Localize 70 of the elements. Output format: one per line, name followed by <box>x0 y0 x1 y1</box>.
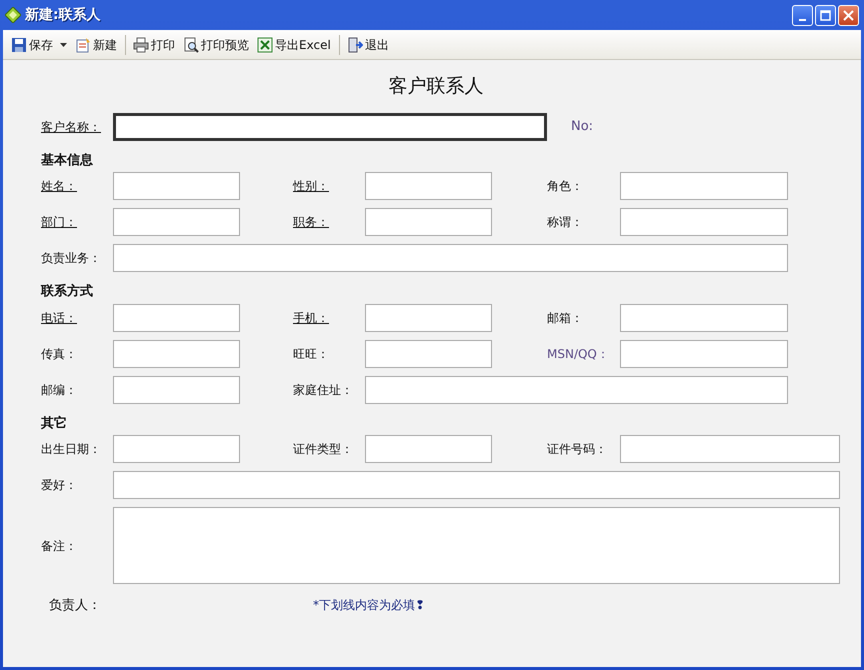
field-label: 客户名称： <box>41 118 102 136</box>
owner-label: 负责人： <box>49 597 101 615</box>
field-label: 手机： <box>293 310 330 326</box>
input-field[interactable] <box>365 304 492 332</box>
toolbar-button[interactable]: 保存 <box>9 34 69 54</box>
field-label: 邮编： <box>41 382 78 398</box>
field-label: 旺旺： <box>293 346 330 362</box>
field-label: 负责业务： <box>41 250 102 267</box>
new-document-icon <box>75 36 91 52</box>
input-field[interactable] <box>113 471 840 499</box>
window-title: 新建:联系人 <box>25 6 101 24</box>
input-field[interactable] <box>113 172 240 200</box>
input-field[interactable] <box>620 340 788 368</box>
input-field[interactable] <box>365 340 492 368</box>
input-field[interactable] <box>365 172 492 200</box>
field-label: 职务： <box>293 214 330 231</box>
minimize-icon <box>799 18 806 20</box>
field-label: 证件类型： <box>293 441 354 458</box>
input-field[interactable] <box>620 304 788 332</box>
input-field[interactable] <box>113 304 240 332</box>
caret-icon <box>60 42 67 46</box>
close-icon <box>843 10 854 20</box>
toolbar-button[interactable]: 新建 <box>73 34 119 54</box>
input-field[interactable] <box>365 376 788 404</box>
input-field[interactable] <box>620 208 788 236</box>
required-note: *下划线内容为必填❢ <box>313 597 426 614</box>
notes-field[interactable] <box>113 507 840 584</box>
maximize-icon <box>820 10 831 20</box>
field-label: 姓名： <box>41 178 78 195</box>
number-label: No: <box>570 118 594 136</box>
section-heading: 其它 <box>41 414 68 432</box>
field-label: 出生日期： <box>41 441 102 458</box>
input-field[interactable] <box>365 208 492 236</box>
maximize-button[interactable] <box>815 4 836 26</box>
field-label: 电话： <box>41 310 78 326</box>
input-field[interactable] <box>365 435 492 463</box>
field-label: 性别： <box>293 178 330 195</box>
printer-icon <box>133 36 149 52</box>
input-field[interactable] <box>113 244 788 272</box>
input-field[interactable] <box>620 172 788 200</box>
field-label: 证件号码： <box>547 441 608 458</box>
field-label: 邮箱： <box>547 310 584 326</box>
toolbar-button[interactable]: 打印 <box>125 34 177 54</box>
field-label: 角色： <box>547 178 584 195</box>
input-field[interactable] <box>113 435 240 463</box>
field-label: 传真： <box>41 346 78 362</box>
section-heading: 联系方式 <box>41 282 94 301</box>
toolbar-button[interactable]: 导出Excel <box>255 34 333 54</box>
minimize-button[interactable] <box>792 4 813 26</box>
input-field[interactable] <box>113 340 240 368</box>
save-icon <box>11 36 27 52</box>
field-label: 称谓： <box>547 214 584 231</box>
section-heading: 基本信息 <box>41 152 94 170</box>
exit-door-icon <box>346 36 363 52</box>
print-preview-icon <box>183 36 199 52</box>
close-button[interactable] <box>838 4 859 26</box>
field-label: 家庭住址： <box>293 382 354 398</box>
field-label: 爱好： <box>41 477 78 494</box>
field-label: MSN/QQ： <box>547 346 610 362</box>
field-label: 备注： <box>41 538 78 554</box>
input-field[interactable] <box>113 112 547 140</box>
form-title: 客户联系人 <box>388 75 484 97</box>
toolbar-button[interactable]: 退出 <box>338 34 391 54</box>
field-label: 部门： <box>41 214 78 231</box>
spreadsheet-icon <box>257 36 273 52</box>
input-field[interactable] <box>113 208 240 236</box>
app-icon <box>5 7 21 23</box>
toolbar-button[interactable]: 打印预览 <box>181 34 251 54</box>
input-field[interactable] <box>113 376 240 404</box>
input-field[interactable] <box>620 435 840 463</box>
